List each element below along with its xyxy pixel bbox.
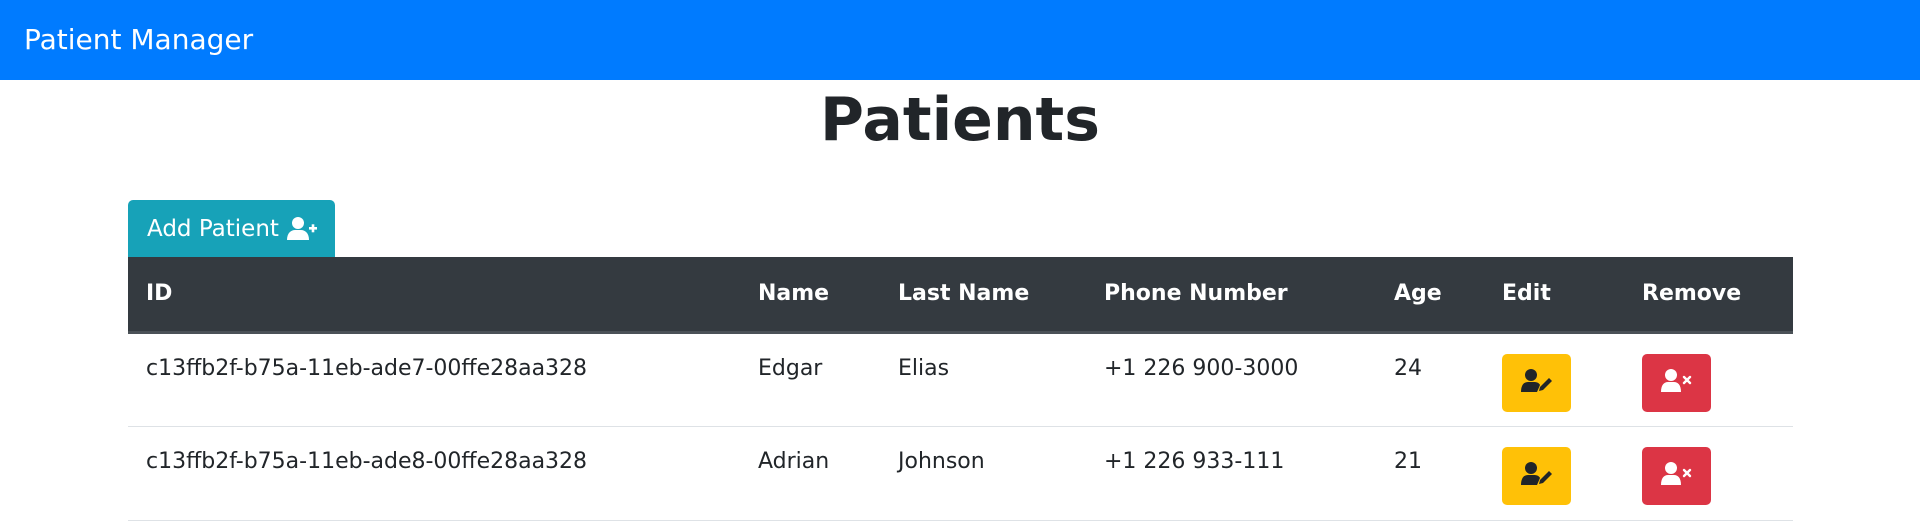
navbar-brand[interactable]: Patient Manager xyxy=(24,26,253,54)
table-row: c13ffb2f-b75a-11eb-ade7-00ffe28aa328 Edg… xyxy=(128,332,1793,427)
patient-phone-cell: +1 226 933-111 xyxy=(1086,426,1376,521)
column-header-id: ID xyxy=(128,257,740,334)
column-header-age: Age xyxy=(1376,257,1484,334)
edit-patient-button[interactable] xyxy=(1502,353,1571,412)
user-times-icon xyxy=(1660,368,1693,397)
edit-cell xyxy=(1484,426,1624,521)
remove-patient-button[interactable] xyxy=(1642,446,1711,505)
patient-phone-cell: +1 226 900-3000 xyxy=(1086,332,1376,427)
table-header: ID Name Last Name Phone Number Age Edit … xyxy=(128,257,1793,334)
patients-container: Add Patient ID Name Last Name Phone Numb… xyxy=(128,200,1793,521)
add-patient-button[interactable]: Add Patient xyxy=(128,200,335,257)
patient-age-cell: 21 xyxy=(1376,426,1484,521)
patient-last-name-cell: Elias xyxy=(880,332,1086,427)
column-header-name: Name xyxy=(740,257,880,334)
column-header-edit: Edit xyxy=(1484,257,1624,334)
edit-patient-button[interactable] xyxy=(1502,446,1571,505)
navbar: Patient Manager xyxy=(0,0,1920,80)
table-body: c13ffb2f-b75a-11eb-ade7-00ffe28aa328 Edg… xyxy=(128,332,1793,521)
remove-cell xyxy=(1624,332,1793,427)
edit-cell xyxy=(1484,332,1624,427)
patient-age-cell: 24 xyxy=(1376,332,1484,427)
remove-patient-button[interactable] xyxy=(1642,353,1711,412)
patient-name-cell: Adrian xyxy=(740,426,880,521)
user-plus-icon xyxy=(286,216,317,242)
patients-table: ID Name Last Name Phone Number Age Edit … xyxy=(128,257,1793,521)
table-row: c13ffb2f-b75a-11eb-ade8-00ffe28aa328 Adr… xyxy=(128,426,1793,521)
user-edit-icon xyxy=(1520,461,1553,490)
patient-name-cell: Edgar xyxy=(740,332,880,427)
patient-id-cell: c13ffb2f-b75a-11eb-ade7-00ffe28aa328 xyxy=(128,332,740,427)
patient-id-cell: c13ffb2f-b75a-11eb-ade8-00ffe28aa328 xyxy=(128,426,740,521)
user-times-icon xyxy=(1660,461,1693,490)
header-row: ID Name Last Name Phone Number Age Edit … xyxy=(128,257,1793,334)
page-title: Patients xyxy=(820,85,1100,155)
column-header-remove: Remove xyxy=(1624,257,1793,334)
remove-cell xyxy=(1624,426,1793,521)
patient-last-name-cell: Johnson xyxy=(880,426,1086,521)
add-patient-label: Add Patient xyxy=(147,215,279,242)
column-header-phone: Phone Number xyxy=(1086,257,1376,334)
column-header-last-name: Last Name xyxy=(880,257,1086,334)
user-edit-icon xyxy=(1520,368,1553,397)
